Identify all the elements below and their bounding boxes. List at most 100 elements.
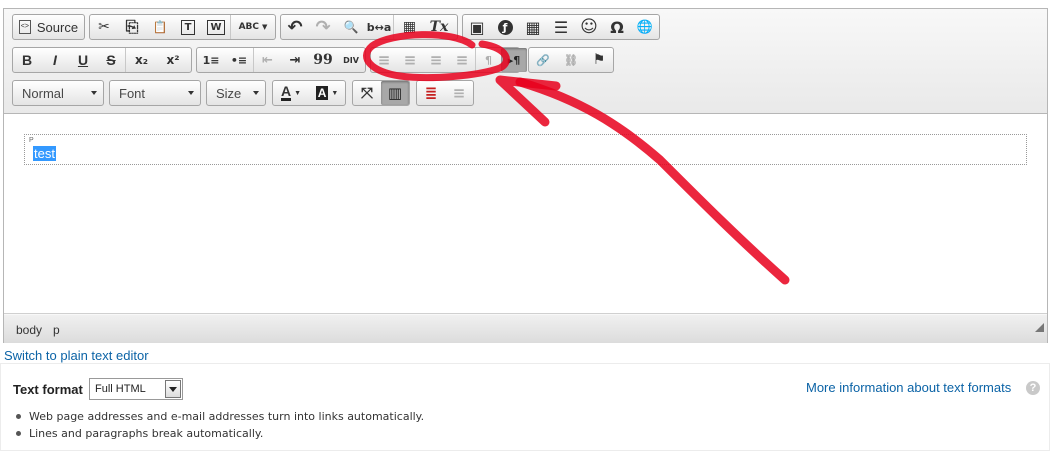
- editor-toolbar: <> Source ✂ ⎘ 📋 T W ABC ▼ ↶ ↷ 🔍 b↔a ▦ Tx …: [4, 9, 1047, 114]
- font-dropdown[interactable]: Font: [109, 80, 201, 106]
- text-direction-rtl-button[interactable]: ▸¶: [501, 48, 527, 72]
- element-path-bar: body p: [4, 315, 1047, 343]
- align-left-button[interactable]: ≡: [371, 48, 397, 72]
- paste-button[interactable]: 📋: [146, 15, 174, 39]
- text-format-panel: Text format Full HTML More information a…: [0, 363, 1050, 451]
- resize-handle[interactable]: [1035, 323, 1044, 332]
- maximize-button[interactable]: ⤧: [353, 81, 381, 105]
- text-color-icon: A: [280, 83, 292, 101]
- undo-icon: ↶: [287, 16, 303, 38]
- italic-button[interactable]: I: [41, 48, 69, 72]
- center-button[interactable]: ≡: [445, 81, 473, 105]
- edit-group: ↶ ↷ 🔍 b↔a ▦ Tx: [280, 14, 458, 40]
- remove-format-button[interactable]: Tx: [425, 15, 453, 39]
- paste-word-icon: W: [207, 19, 225, 35]
- spellcheck-button[interactable]: ABC ▼: [230, 15, 275, 39]
- switch-plain-text-link[interactable]: Switch to plain text editor: [4, 348, 149, 363]
- horizontal-rule-button[interactable]: ☰: [547, 15, 575, 39]
- subscript-button[interactable]: x₂: [125, 48, 157, 72]
- search-icon: 🔍: [343, 20, 359, 34]
- align-right-button[interactable]: ≡: [423, 48, 449, 72]
- indent-button[interactable]: ⇥: [281, 48, 309, 72]
- redo-icon: ↷: [315, 16, 331, 38]
- globe-icon: 🌐: [636, 19, 654, 35]
- underline-button[interactable]: U: [69, 48, 97, 72]
- justify-button[interactable]: ≡: [449, 48, 475, 72]
- numbered-list-button[interactable]: 1≡: [197, 48, 225, 72]
- chevron-down-icon: [253, 91, 259, 95]
- outdent-button[interactable]: ⇤: [253, 48, 281, 72]
- size-dropdown[interactable]: Size: [206, 80, 266, 106]
- flag-icon: ⚑: [592, 52, 606, 68]
- editor-content-area[interactable]: P test: [4, 114, 1047, 314]
- smiley-icon: ☺: [580, 17, 598, 37]
- bulleted-list-button[interactable]: •≡: [225, 48, 253, 72]
- replace-button[interactable]: b↔a: [365, 15, 393, 39]
- image-icon: ▣: [469, 17, 485, 37]
- show-borders-button[interactable]: ≣: [417, 81, 445, 105]
- paste-icon: 📋: [152, 20, 168, 34]
- paste-word-button[interactable]: W: [202, 15, 230, 39]
- underline-icon: U: [77, 52, 89, 68]
- text-direction-ltr-button[interactable]: ¶: [475, 48, 501, 72]
- blockquote-button[interactable]: 99: [309, 48, 337, 72]
- help-icon[interactable]: ?: [1026, 381, 1040, 395]
- background-color-button[interactable]: A ▼: [309, 81, 345, 105]
- paragraph-group: 1≡ •≡ ⇤ ⇥ 99 DIV: [196, 47, 366, 73]
- special-char-button[interactable]: Ω: [603, 15, 631, 39]
- cut-button[interactable]: ✂: [90, 15, 118, 39]
- colors-group: A ▼ A ▼: [272, 80, 346, 106]
- copy-button[interactable]: ⎘: [118, 15, 146, 39]
- iframe-button[interactable]: 🌐: [631, 15, 659, 39]
- remove-format-icon: Tx: [429, 19, 449, 35]
- scissors-icon: ✂: [98, 19, 110, 35]
- tools-group: ⤧ ▥: [352, 80, 410, 106]
- unlink-button[interactable]: ⛓: [557, 48, 585, 72]
- extra-group: ≣ ≡: [416, 80, 474, 106]
- source-button[interactable]: <> Source: [13, 15, 84, 39]
- superscript-button[interactable]: x²: [157, 48, 189, 72]
- text-format-select[interactable]: Full HTML: [89, 378, 183, 400]
- show-blocks-button[interactable]: ▥: [381, 81, 409, 105]
- path-item-body[interactable]: body: [16, 323, 42, 337]
- chevron-down-icon[interactable]: [165, 380, 181, 398]
- outdent-icon: ⇤: [262, 52, 273, 68]
- indent-icon: ⇥: [289, 52, 301, 68]
- strikethrough-button[interactable]: S: [97, 48, 125, 72]
- align-center-button[interactable]: ≡: [397, 48, 423, 72]
- flash-icon: ƒ: [497, 19, 513, 35]
- path-item-p[interactable]: p: [53, 323, 60, 337]
- show-blocks-icon: ▥: [387, 84, 403, 102]
- format-dropdown[interactable]: Normal: [12, 80, 104, 106]
- chevron-down-icon: ▼: [331, 89, 339, 97]
- redo-button[interactable]: ↷: [309, 15, 337, 39]
- text-color-button[interactable]: A ▼: [273, 81, 309, 105]
- align-right-icon: ≡: [429, 51, 443, 69]
- center-icon: ≡: [452, 84, 466, 102]
- smiley-button[interactable]: ☺: [575, 15, 603, 39]
- select-all-button[interactable]: ▦: [393, 15, 425, 39]
- paragraph-block[interactable]: P test: [24, 134, 1027, 165]
- bold-button[interactable]: B: [13, 48, 41, 72]
- replace-icon: b↔a: [366, 20, 392, 34]
- maximize-icon: ⤧: [360, 84, 373, 102]
- find-button[interactable]: 🔍: [337, 15, 365, 39]
- selected-text[interactable]: test: [33, 146, 56, 161]
- anchor-button[interactable]: ⚑: [585, 48, 613, 72]
- select-all-icon: ▦: [402, 19, 417, 35]
- subscript-icon: x₂: [135, 53, 148, 67]
- link-button[interactable]: 🔗: [529, 48, 557, 72]
- insert-group: ▣ ƒ ▦ ☰ ☺ Ω 🌐: [462, 14, 660, 40]
- show-borders-icon: ≣: [424, 84, 438, 102]
- flash-button[interactable]: ƒ: [491, 15, 519, 39]
- undo-button[interactable]: ↶: [281, 15, 309, 39]
- div-button[interactable]: DIV: [337, 48, 365, 72]
- more-info-link[interactable]: More information about text formats: [806, 380, 1011, 395]
- rich-text-editor: <> Source ✂ ⎘ 📋 T W ABC ▼ ↶ ↷ 🔍 b↔a ▦ Tx …: [3, 8, 1048, 343]
- table-button[interactable]: ▦: [519, 15, 547, 39]
- image-button[interactable]: ▣: [463, 15, 491, 39]
- rtl-icon: ▸¶: [507, 53, 521, 67]
- text-format-tips: Web page addresses and e-mail addresses …: [13, 408, 424, 442]
- paste-text-button[interactable]: T: [174, 15, 202, 39]
- chevron-down-icon: ▼: [262, 23, 268, 31]
